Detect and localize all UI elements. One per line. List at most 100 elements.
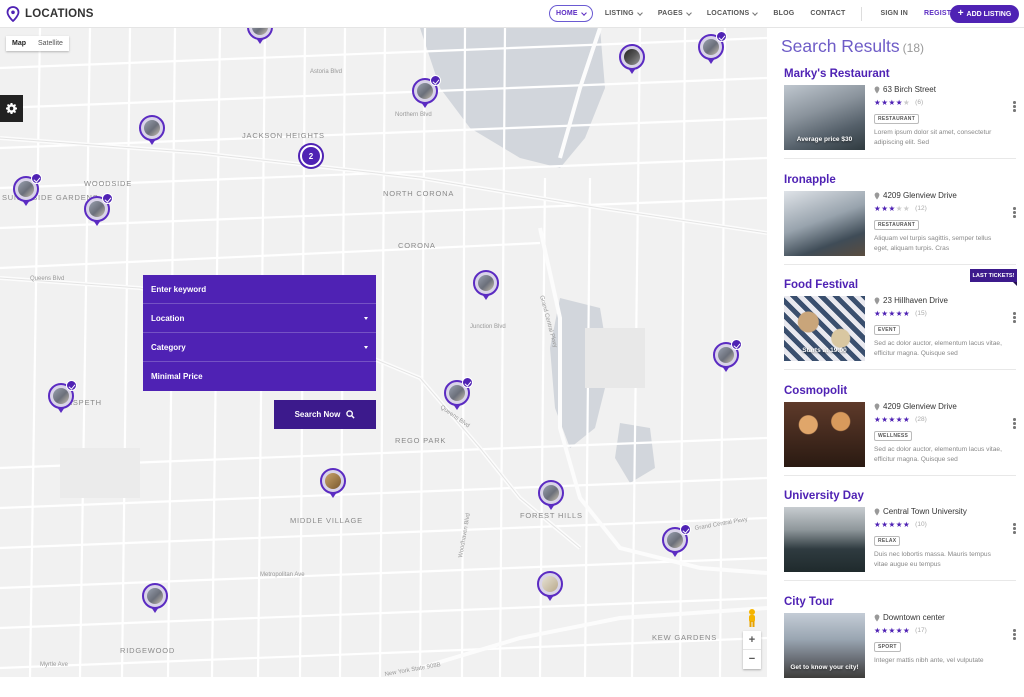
result-card[interactable]: University Day Central Town University ★… — [784, 490, 1016, 572]
category-select[interactable]: Category — [143, 333, 376, 362]
map-marker[interactable] — [13, 173, 42, 206]
logo[interactable]: LOCATIONS — [6, 5, 94, 22]
map-street-queens-blvd: Queens Blvd — [30, 276, 64, 282]
result-title[interactable]: University Day — [784, 490, 1016, 502]
nav-locations[interactable]: LOCATIONS — [699, 5, 766, 22]
map-type-satellite[interactable]: Satellite — [32, 36, 69, 51]
result-card[interactable]: Cosmopolit 4209 Glenview Drive ★★★★★ (28… — [784, 385, 1016, 467]
review-count: (28) — [915, 416, 927, 423]
result-address: 4209 Glenview Drive — [874, 191, 1002, 200]
zoom-in-button[interactable]: + — [743, 631, 761, 650]
map-marker[interactable] — [48, 380, 77, 413]
map-marker[interactable] — [142, 583, 168, 613]
result-rating: ★★★★★ (10) — [874, 520, 1002, 529]
image-caption: Get to know your city! — [790, 664, 859, 672]
verified-check-icon — [731, 339, 742, 350]
more-options-icon[interactable] — [1013, 629, 1016, 641]
map-marker[interactable] — [84, 193, 113, 226]
star-rating-icon: ★★★★★ — [874, 98, 911, 107]
result-image[interactable]: Starts at 19:00 — [784, 296, 865, 361]
result-image[interactable] — [784, 191, 865, 256]
add-listing-button[interactable]: + ADD LISTING — [950, 5, 1019, 23]
result-body: Starts at 19:00 23 Hillhaven Drive ★★★★★… — [784, 296, 1016, 361]
map-marker[interactable] — [698, 31, 727, 64]
minimal-price-input[interactable]: Minimal Price — [143, 362, 376, 391]
map-pin-icon — [874, 403, 880, 410]
map-marker[interactable] — [320, 468, 346, 498]
star-rating-icon: ★★★★★ — [874, 520, 911, 529]
search-now-button[interactable]: Search Now — [274, 400, 376, 429]
result-image[interactable]: Get to know your city! — [784, 613, 865, 678]
result-title[interactable]: Marky's Restaurant — [784, 68, 1016, 80]
category-tag[interactable]: RESTAURANT — [874, 220, 920, 230]
map-marker[interactable] — [538, 480, 564, 510]
result-card[interactable]: City Tour Get to know your city! Downtow… — [784, 596, 1016, 678]
result-body: 4209 Glenview Drive ★★★★★ (28) WELLNESS … — [784, 402, 1016, 467]
result-body: 4209 Glenview Drive ★★★★★ (12) RESTAURAN… — [784, 191, 1016, 256]
result-divider — [784, 369, 1016, 370]
result-body: Central Town University ★★★★★ (10) RELAX… — [784, 507, 1016, 572]
sign-in-link[interactable]: SIGN IN — [872, 5, 915, 22]
result-info: 4209 Glenview Drive ★★★★★ (12) RESTAURAN… — [874, 191, 1002, 253]
nav-pages[interactable]: PAGES — [650, 5, 699, 22]
more-options-icon[interactable] — [1013, 207, 1016, 219]
result-address: 63 Birch Street — [874, 85, 1002, 94]
map-cluster[interactable]: 2 — [300, 145, 322, 167]
more-options-icon[interactable] — [1013, 418, 1016, 430]
location-select[interactable]: Location — [143, 304, 376, 333]
result-card[interactable]: Marky's Restaurant Average price $30 63 … — [784, 68, 1016, 150]
street-view-pegman-icon[interactable] — [744, 608, 760, 628]
map-label-jackson-heights: JACKSON HEIGHTS — [242, 131, 325, 140]
map-area[interactable]: JACKSON HEIGHTS WOODSIDE SUNNYSIDE GARDE… — [0, 28, 767, 677]
category-tag[interactable]: EVENT — [874, 325, 901, 335]
map-marker[interactable] — [412, 75, 441, 108]
map-canvas[interactable]: JACKSON HEIGHTS WOODSIDE SUNNYSIDE GARDE… — [0, 28, 767, 677]
result-body: Get to know your city! Downtown center ★… — [784, 613, 1016, 678]
keyword-input[interactable]: Enter keyword — [143, 275, 376, 304]
search-results-panel: Search Results (18) Marky's Restaurant Av… — [767, 28, 1024, 697]
nav-listing[interactable]: LISTING — [597, 5, 650, 22]
map-pin-logo-icon — [6, 5, 20, 22]
nav-contact[interactable]: CONTACT — [802, 5, 853, 22]
map-marker[interactable] — [139, 115, 165, 145]
result-card[interactable]: Ironapple 4209 Glenview Drive ★★★★★ (12) — [784, 174, 1016, 256]
result-divider — [784, 580, 1016, 581]
map-label-ridgewood: RIDGEWOOD — [120, 646, 175, 655]
verified-check-icon — [430, 75, 441, 86]
caret-down-icon — [364, 316, 368, 320]
chevron-down-icon — [636, 9, 643, 16]
result-title[interactable]: Ironapple — [784, 174, 1016, 186]
map-marker[interactable] — [537, 571, 563, 601]
settings-button[interactable] — [0, 95, 23, 122]
result-title[interactable]: City Tour — [784, 596, 1016, 608]
nav-home[interactable]: HOME — [549, 5, 593, 22]
result-title[interactable]: Cosmopolit — [784, 385, 1016, 397]
map-marker[interactable] — [444, 377, 473, 410]
result-image[interactable] — [784, 507, 865, 572]
map-street-northern-blvd: Northern Blvd — [395, 112, 432, 118]
result-info: Central Town University ★★★★★ (10) RELAX… — [874, 507, 1002, 569]
map-marker[interactable] — [473, 270, 499, 300]
result-description: Sed ac dolor auctor, elementum lacus vit… — [874, 446, 1002, 463]
result-info: Downtown center ★★★★★ (17) SPORT Integer… — [874, 613, 1002, 666]
result-image[interactable] — [784, 402, 865, 467]
more-options-icon[interactable] — [1013, 101, 1016, 113]
nav-blog[interactable]: BLOG — [765, 5, 802, 22]
result-rating: ★★★★★ (6) — [874, 98, 1002, 107]
more-options-icon[interactable] — [1013, 312, 1016, 324]
category-tag[interactable]: RESTAURANT — [874, 114, 920, 124]
map-street-metropolitan: Metropolitan Ave — [260, 572, 305, 578]
map-marker[interactable] — [662, 524, 691, 557]
category-tag[interactable]: SPORT — [874, 642, 901, 652]
category-tag[interactable]: WELLNESS — [874, 431, 913, 441]
category-tag[interactable]: RELAX — [874, 536, 901, 546]
main-nav: HOME LISTING PAGES LOCATIONS BLOG CONTAC… — [549, 5, 969, 22]
map-type-map[interactable]: Map — [6, 36, 32, 51]
more-options-icon[interactable] — [1013, 523, 1016, 535]
zoom-out-button[interactable]: − — [743, 650, 761, 669]
verified-check-icon — [680, 524, 691, 535]
result-image[interactable]: Average price $30 — [784, 85, 865, 150]
map-label-rego-park: REGO PARK — [395, 436, 446, 445]
map-marker[interactable] — [713, 339, 742, 372]
map-marker[interactable] — [619, 44, 645, 74]
